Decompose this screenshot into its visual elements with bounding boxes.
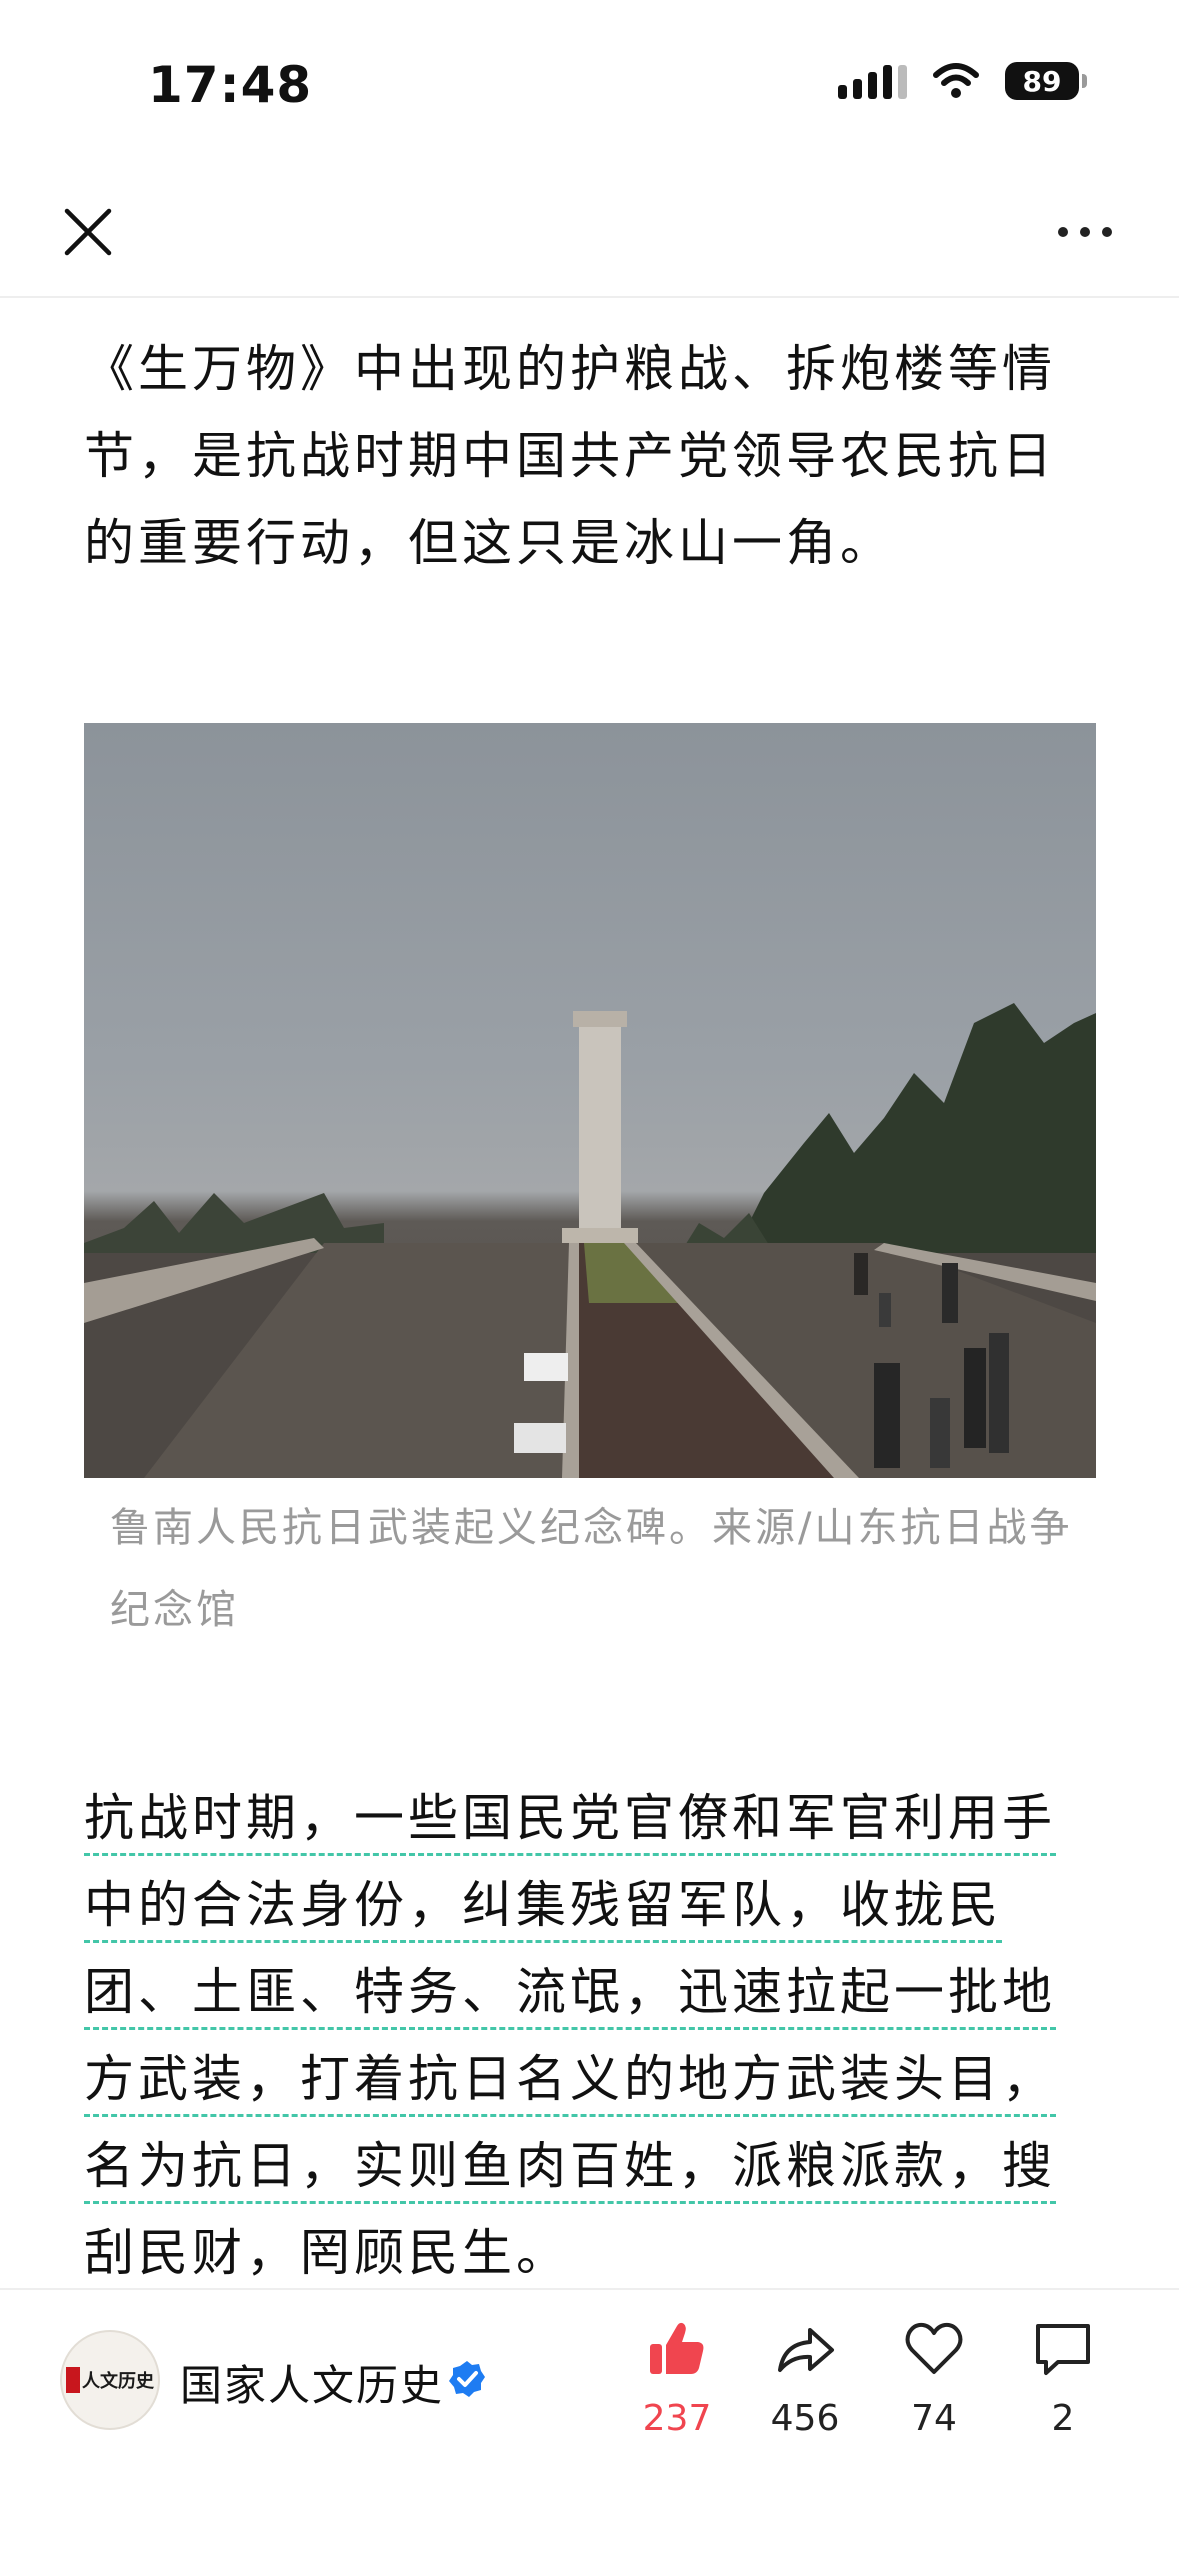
comment-button[interactable]: 2 xyxy=(1008,2318,1118,2439)
wifi-icon xyxy=(933,63,979,98)
close-icon xyxy=(64,208,112,256)
avatar-logo-text: 人文历史 xyxy=(82,2371,154,2392)
battery-indicator: 89 xyxy=(1005,62,1087,100)
account-avatar[interactable]: 人文历史 xyxy=(60,2330,160,2430)
highlight-line: 方武装，打着抗日名义的地方武装头目， xyxy=(84,2050,1056,2108)
article-paragraph: 《生万物》中出现的护粮战、拆炮楼等情节，是抗战时期中国共产党领导农民抗日的重要行… xyxy=(84,340,1056,572)
bottom-action-bar: 人文历史 国家人文历史 237 456 74 2 xyxy=(0,2288,1179,2558)
share-count: 456 xyxy=(770,2398,840,2439)
favorite-count: 74 xyxy=(911,2398,957,2439)
seal-icon xyxy=(66,2367,80,2393)
like-button[interactable]: 237 xyxy=(622,2318,732,2439)
favorite-button[interactable]: 74 xyxy=(879,2318,989,2439)
status-time: 17:48 xyxy=(148,56,313,114)
highlight-line: 刮民财，罔顾民生。 xyxy=(84,2224,570,2282)
verified-icon xyxy=(449,2361,485,2397)
share-button[interactable]: 456 xyxy=(750,2318,860,2439)
article-photo[interactable] xyxy=(84,723,1096,1478)
comment-count: 2 xyxy=(1051,2398,1075,2439)
comment-icon xyxy=(1036,2324,1090,2375)
more-button[interactable] xyxy=(1035,196,1135,268)
highlight-line: 团、土匪、特务、流氓，迅速拉起一批地 xyxy=(84,1963,1056,2021)
more-icon xyxy=(1058,227,1068,237)
account-name[interactable]: 国家人文历史 xyxy=(180,2352,444,2413)
close-button[interactable] xyxy=(52,196,124,268)
signal-icon xyxy=(838,63,907,99)
heart-icon xyxy=(905,2322,963,2374)
monument-photo-illustration xyxy=(84,1003,1096,1478)
share-icon xyxy=(778,2328,834,2372)
status-bar: 17:48 89 xyxy=(0,0,1179,170)
status-icons: 89 xyxy=(838,62,1087,100)
photo-caption: 鲁南人民抗日武装起义纪念碑。来源/山东抗日战争纪念馆 xyxy=(110,1505,1073,1633)
nav-bar xyxy=(0,170,1179,298)
article-paragraph-highlighted[interactable]: 抗战时期，一些国民党官僚和军官利用手 中的合法身份，纠集残留军队，收拢民 团、土… xyxy=(84,1775,1096,2297)
highlight-line: 名为抗日，实则鱼肉百姓，派粮派款，搜 xyxy=(84,2137,1056,2195)
highlight-line: 抗战时期，一些国民党官僚和军官利用手 xyxy=(84,1789,1056,1847)
thumbs-up-icon xyxy=(650,2322,704,2374)
highlight-line: 中的合法身份，纠集残留军队，收拢民 xyxy=(84,1876,1002,1934)
like-count: 237 xyxy=(642,2398,712,2439)
